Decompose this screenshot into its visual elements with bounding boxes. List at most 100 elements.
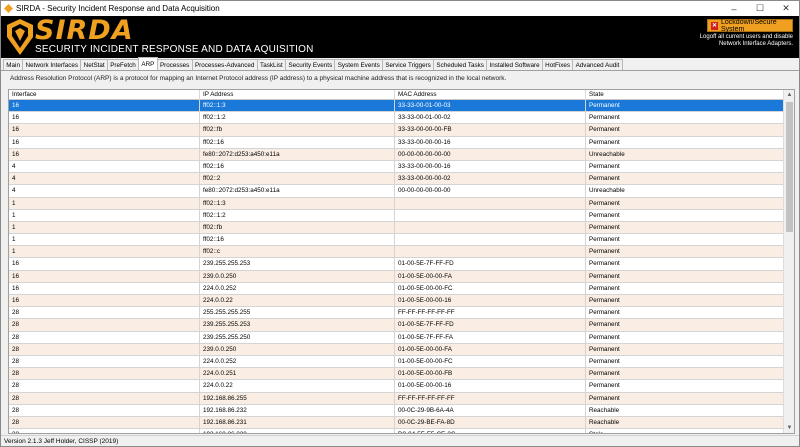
tab-advanced-audit[interactable]: Advanced Audit — [572, 59, 623, 70]
table-cell: ff02::1:3 — [200, 100, 395, 112]
table-cell: Reachable — [586, 404, 784, 416]
table-row[interactable]: 16 224.0.0.22 01-00-5E-00-00-16 Permanent — [9, 295, 784, 308]
table-body: 16 ff02::1:3 33-33-00-01-00-03 Permanent 16 f… — [9, 100, 784, 433]
table-cell: 224.0.0.252 — [200, 282, 395, 294]
table-cell: 239.255.255.250 — [200, 331, 395, 343]
table-cell: 239.0.0.250 — [200, 343, 395, 355]
table-cell: 224.0.0.251 — [200, 368, 395, 380]
table-cell: Permanent — [586, 136, 784, 148]
tab-prefetch[interactable]: PreFetch — [106, 59, 140, 70]
vertical-scrollbar[interactable]: ▲ ▼ — [783, 90, 794, 433]
table-cell: 33-33-00-00-00-16 — [395, 136, 586, 148]
table-cell: 16 — [9, 136, 200, 148]
table-row[interactable]: 16 224.0.0.252 01-00-5E-00-00-FC Permanent — [9, 282, 784, 295]
table-cell: 01-00-5E-00-00-FB — [395, 368, 586, 380]
tab-network-interfaces[interactable]: Network Interfaces — [22, 59, 82, 70]
tab-tasklist[interactable]: TaskList — [256, 59, 287, 70]
tab-hotfixes[interactable]: HotFixes — [541, 59, 574, 70]
scroll-up-icon[interactable]: ▲ — [784, 90, 794, 100]
table-cell: 33-33-00-00-00-FB — [395, 124, 586, 136]
table-row[interactable]: 28 224.0.0.251 01-00-5E-00-00-FB Permanent — [9, 368, 784, 381]
table-cell: 01-00-5E-00-00-16 — [395, 295, 586, 307]
column-header-mac-address[interactable]: MAC Address — [395, 90, 586, 100]
table-row[interactable]: 28 239.255.255.253 01-00-5E-7F-FF-FD Perman… — [9, 319, 784, 332]
column-header-state[interactable]: State — [586, 90, 784, 100]
tab-strip: Main Network Interfaces NetStat PreFetch ARP… — [1, 57, 799, 71]
table-cell: 239.0.0.250 — [200, 270, 395, 282]
column-header-ip-address[interactable]: IP Address — [200, 90, 395, 100]
table-row[interactable]: 28 192.168.86.232 00-0C-29-9B-6A-4A Reachab… — [9, 404, 784, 417]
table-cell: ff02::2 — [200, 173, 395, 185]
tab-scheduled-tasks[interactable]: Scheduled Tasks — [433, 59, 488, 70]
table-row[interactable]: 1 ff02::fb Permanent — [9, 221, 784, 235]
table-row[interactable]: 16 239.255.255.253 01-00-5E-7F-FF-FD Perman… — [9, 258, 784, 271]
table-cell: 01-00-5E-7F-FF-FA — [395, 331, 586, 343]
table-row[interactable]: 16 ff02::fb 33-33-00-00-00-FB Permanent — [9, 124, 784, 137]
table-cell: ff02::1:2 — [200, 112, 395, 124]
tab-main[interactable]: Main — [3, 59, 24, 70]
table-cell: 28 — [9, 355, 200, 368]
tab-service-triggers[interactable]: Service Triggers — [382, 59, 435, 70]
table-row[interactable]: 28 224.0.0.22 01-00-5E-00-00-16 Permanent — [9, 380, 784, 393]
table-row[interactable]: 16 ff02::1:2 33-33-00-01-00-02 Permanent — [9, 112, 784, 125]
table-row[interactable]: 1 ff02::1:2 Permanent — [9, 209, 784, 222]
table-cell: Permanent — [586, 270, 784, 282]
table-row[interactable]: 16 ff02::1:3 33-33-00-01-00-03 Permanent — [9, 100, 784, 113]
table-cell: 00-0C-29-9B-6A-4A — [395, 404, 586, 416]
table-cell: Permanent — [586, 246, 784, 258]
scroll-thumb[interactable] — [786, 102, 793, 232]
lockdown-label: Lockdown/Secure System — [721, 18, 777, 33]
table-row[interactable]: 28 255.255.255.255 FF-FF-FF-FF-FF-FF Perman… — [9, 307, 784, 320]
table-cell: 00-0C-29-BE-FA-8D — [395, 416, 586, 429]
table-cell: 16 — [9, 100, 200, 112]
table-header: Interface IP Address MAC Address State — [9, 90, 784, 100]
table-row[interactable]: 4 ff02::16 33-33-00-00-00-16 Permanent — [9, 160, 784, 174]
tab-arp[interactable]: ARP — [138, 57, 158, 70]
table-cell: 16 — [9, 258, 200, 270]
table-cell: 192.168.86.255 — [200, 392, 395, 404]
table-row[interactable]: 4 ff02::2 33-33-00-00-00-02 Permanent — [9, 173, 784, 186]
table-cell: Stale — [586, 429, 784, 433]
table-cell: D0-04-5F-E5-CE-2C — [395, 429, 586, 433]
table-cell: ff02::1:2 — [200, 209, 395, 221]
tab-netstat[interactable]: NetStat — [80, 59, 108, 70]
minimize-button[interactable]: – — [721, 1, 747, 16]
table-cell: Permanent — [586, 392, 784, 404]
table-row[interactable]: 28 224.0.0.252 01-00-5E-00-00-FC Permanent — [9, 355, 784, 369]
table-row[interactable]: 28 239.255.255.250 01-00-5E-7F-FF-FA Perman… — [9, 331, 784, 344]
lockdown-button[interactable]: ✕ Lockdown/Secure System — [707, 18, 793, 33]
table-cell: ff02::fb — [200, 124, 395, 136]
table-row[interactable]: 28 192.168.86.255 FF-FF-FF-FF-FF-FF Permane… — [9, 392, 784, 405]
close-button[interactable]: ✕ — [773, 1, 799, 16]
table-cell: 01-00-5E-7F-FF-FD — [395, 258, 586, 270]
table-row[interactable]: 1 ff02::16 Permanent — [9, 234, 784, 247]
table-row[interactable]: 16 239.0.0.250 01-00-5E-00-00-FA Permanent — [9, 270, 784, 283]
table-row[interactable]: 28 192.168.86.231 00-0C-29-BE-FA-8D Reachab… — [9, 416, 784, 430]
tab-security-events[interactable]: Security Events — [285, 59, 336, 70]
table-row[interactable]: 16 ff02::16 33-33-00-00-00-16 Permanent — [9, 136, 784, 149]
column-header-interface[interactable]: Interface — [9, 90, 200, 100]
arp-table: Interface IP Address MAC Address State 16 ff… — [8, 89, 795, 434]
table-cell: 01-00-5E-00-00-FC — [395, 355, 586, 368]
tab-processes[interactable]: Processes — [156, 59, 193, 70]
table-row[interactable]: 28 239.0.0.250 01-00-5E-00-00-FA Permanent — [9, 343, 784, 356]
scroll-down-icon[interactable]: ▼ — [784, 423, 794, 433]
app-subtitle: SECURITY INCIDENT RESPONSE AND DATA AQUI… — [35, 44, 314, 55]
table-row[interactable]: 4 fe80::2072:d253:a450:e11a 00-00-00-00-00… — [9, 185, 784, 198]
table-cell: Permanent — [586, 258, 784, 270]
table-row[interactable]: 1 ff02::1:3 Permanent — [9, 197, 784, 210]
table-cell — [395, 234, 586, 246]
table-cell: Unreachable — [586, 185, 784, 197]
table-cell — [395, 209, 586, 221]
table-cell: FF-FF-FF-FF-FF-FF — [395, 392, 586, 404]
table-cell: 01-00-5E-00-00-FA — [395, 343, 586, 355]
tab-installed-software[interactable]: Installed Software — [486, 59, 543, 70]
table-row[interactable]: 28192.168.86.228D0-04-5F-E5-CE-2CStale — [9, 429, 784, 433]
table-cell: ff02::fb — [200, 221, 395, 234]
tab-system-events[interactable]: System Events — [334, 59, 384, 70]
table-row[interactable]: 16 fe80::2072:d253:a450:e11a 00-00-00-00-0… — [9, 148, 784, 161]
table-cell: ff02::16 — [200, 160, 395, 173]
maximize-button[interactable]: ☐ — [747, 1, 773, 16]
table-row[interactable]: 1 ff02::c Permanent — [9, 246, 784, 259]
tab-processes-advanced[interactable]: Processes-Advanced — [191, 59, 258, 70]
